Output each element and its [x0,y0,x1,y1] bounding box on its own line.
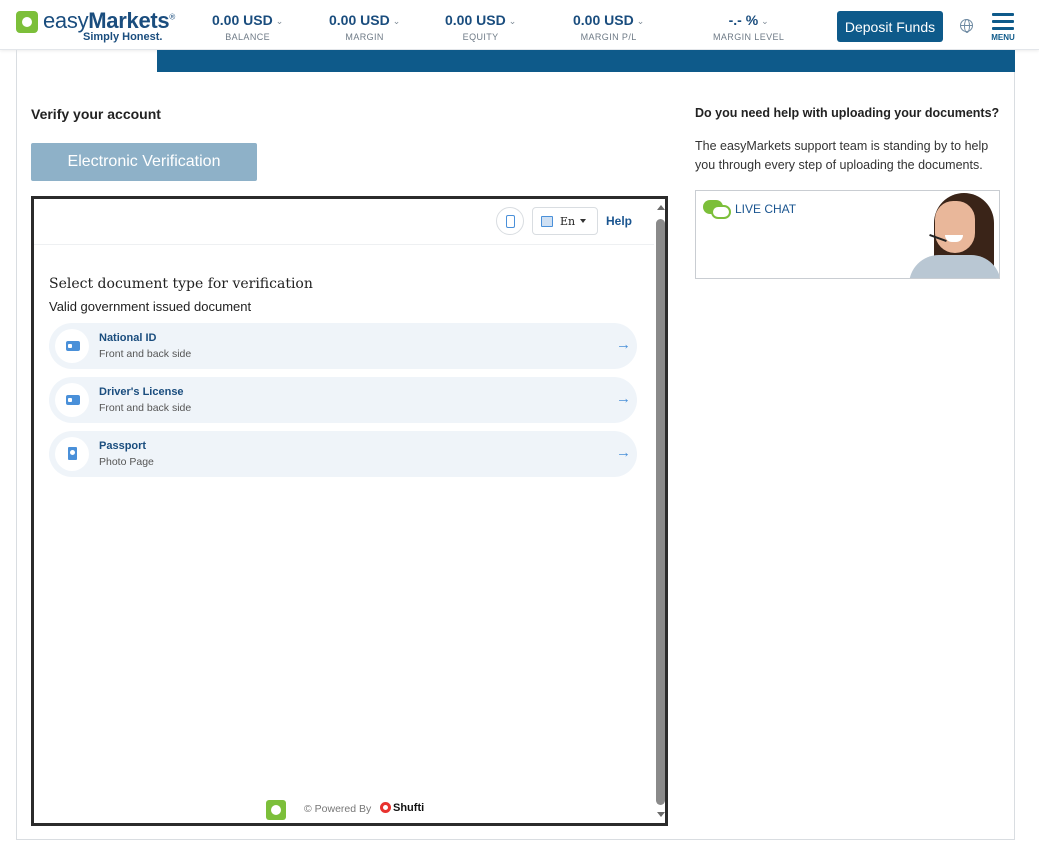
document-option-drivers-license[interactable]: Driver's License Front and back side → [49,377,637,423]
document-option-national-id[interactable]: National ID Front and back side → [49,323,637,369]
shufti-logo-icon [380,802,391,813]
document-type-subtitle: Valid government issued document [49,299,252,314]
chevron-down-icon: ⌄ [508,16,517,26]
menu-button[interactable]: MENU [991,13,1015,43]
live-chat-banner[interactable]: LIVE CHAT [695,190,1000,279]
chevron-down-icon: ⌄ [636,16,645,26]
electronic-verification-button[interactable]: Electronic Verification [31,143,257,181]
help-title: Do you need help with uploading your doc… [695,106,1000,120]
scroll-up-icon[interactable] [657,205,665,210]
globe-icon[interactable] [960,19,973,33]
document-type-title: Select document type for verification [49,276,313,292]
scrollbar-thumb[interactable] [656,219,665,805]
easymarkets-mini-logo-icon [266,800,286,820]
hamburger-menu-icon [991,13,1015,30]
equity-metric[interactable]: 0.00 USD ⌄ EQUITY [445,12,516,42]
document-option-passport[interactable]: Passport Photo Page → [49,431,637,477]
widget-header: En Help [34,199,654,245]
margin-metric[interactable]: 0.00 USD ⌄ MARGIN [329,12,400,42]
chevron-down-icon: ⌄ [392,16,401,26]
language-select[interactable]: En [532,207,598,235]
mobile-device-icon[interactable] [496,207,524,235]
progress-banner [157,50,1015,72]
logo-tagline: Simply Honest. [83,31,163,43]
translate-icon [541,216,553,227]
help-text: The easyMarkets support team is standing… [695,139,989,172]
help-link[interactable]: Help [606,214,632,228]
support-agent-image [909,191,999,278]
id-card-icon [66,341,80,351]
chevron-down-icon: ⌄ [275,16,284,26]
arrow-right-icon: → [616,336,631,353]
balance-metric[interactable]: 0.00 USD ⌄ BALANCE [212,12,283,42]
id-card-icon [66,395,80,405]
chat-bubbles-icon [703,200,731,220]
caret-down-icon [580,219,586,223]
logo-mark-icon [16,11,38,33]
top-bar: easyMarkets® Simply Honest. 0.00 USD ⌄ BA… [0,0,1039,50]
verification-widget: En Help Select document type for verific… [31,196,668,826]
live-chat-label: LIVE CHAT [735,202,797,216]
verify-title: Verify your account [31,106,161,122]
deposit-funds-button[interactable]: Deposit Funds [837,11,943,42]
widget-scrollbar[interactable] [654,199,665,823]
powered-by-footer: © Powered By Shufti [34,797,654,821]
margin-level-metric[interactable]: -.- % ⌄ MARGIN LEVEL [713,12,784,42]
scroll-down-icon[interactable] [657,812,665,817]
chevron-down-icon: ⌄ [761,16,769,26]
passport-icon [68,447,77,460]
arrow-right-icon: → [616,390,631,407]
arrow-right-icon: → [616,444,631,461]
margin-pl-metric[interactable]: 0.00 USD ⌄ MARGIN P/L [573,12,644,42]
